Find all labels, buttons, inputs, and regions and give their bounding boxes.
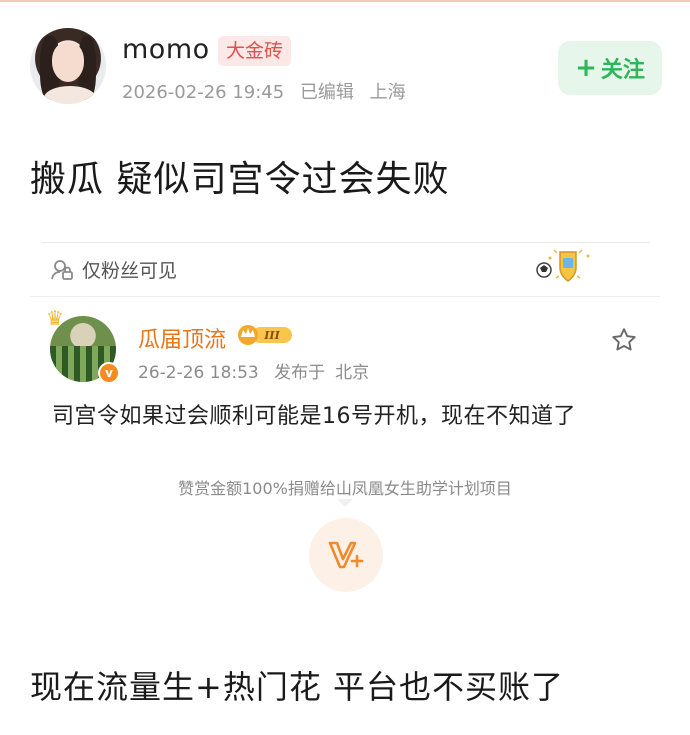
card-separator [30, 296, 660, 297]
quoted-location: 北京 [335, 363, 370, 383]
author-name[interactable]: momo [122, 34, 210, 65]
published-prefix: 发布于 [274, 363, 326, 383]
vip-badge: III [236, 324, 294, 346]
card-divider [42, 242, 650, 243]
visibility-label: 仅粉丝可见 [82, 260, 178, 282]
reward-caret [337, 499, 353, 507]
author-badge[interactable]: 大金砖 [218, 36, 292, 66]
reward-note: 赞赏金额100%捐赠给山凤凰女生助学计划项目 [178, 479, 512, 498]
v-plus-reward-icon [328, 541, 364, 569]
quoted-author-name[interactable]: 瓜届顶流 [138, 322, 226, 354]
post-title: 搬瓜 疑似司宫令过会失败 [30, 159, 450, 200]
post-body-text: 现在流量生+热门花 平台也不买账了 [30, 668, 564, 706]
quoted-meta: 26-2-26 18:53 发布于 北京 [138, 358, 379, 383]
top-divider [0, 0, 690, 2]
verified-icon: v [98, 362, 120, 384]
author-avatar[interactable] [30, 28, 106, 104]
follow-button[interactable]: + 关注 [558, 41, 662, 95]
lock-people-icon [50, 258, 74, 282]
post-meta: 2026-02-26 19:45 已编辑 上海 [122, 78, 416, 104]
post-location: 上海 [369, 82, 406, 103]
post-timestamp: 2026-02-26 19:45 [122, 82, 285, 103]
reward-button[interactable] [309, 518, 383, 592]
plus-icon: + [575, 53, 597, 83]
vip-level: III [263, 329, 280, 342]
post-header: momo 大金砖 2026-02-26 19:45 已编辑 上海 + 关注 [30, 28, 662, 106]
quoted-timestamp: 26-2-26 18:53 [138, 363, 259, 383]
quoted-text: 司宫令如果过会顺利可能是16号开机，现在不知道了 [52, 404, 576, 429]
crown-icon: ♛ [46, 306, 64, 330]
visibility-row: 仅粉丝可见 [50, 256, 177, 283]
edited-label: 已编辑 [299, 82, 354, 103]
medal-badge-icon [534, 246, 600, 286]
star-icon[interactable] [610, 326, 638, 354]
follow-label: 关注 [600, 58, 645, 83]
quoted-author-avatar[interactable]: ♛ v [46, 306, 120, 384]
